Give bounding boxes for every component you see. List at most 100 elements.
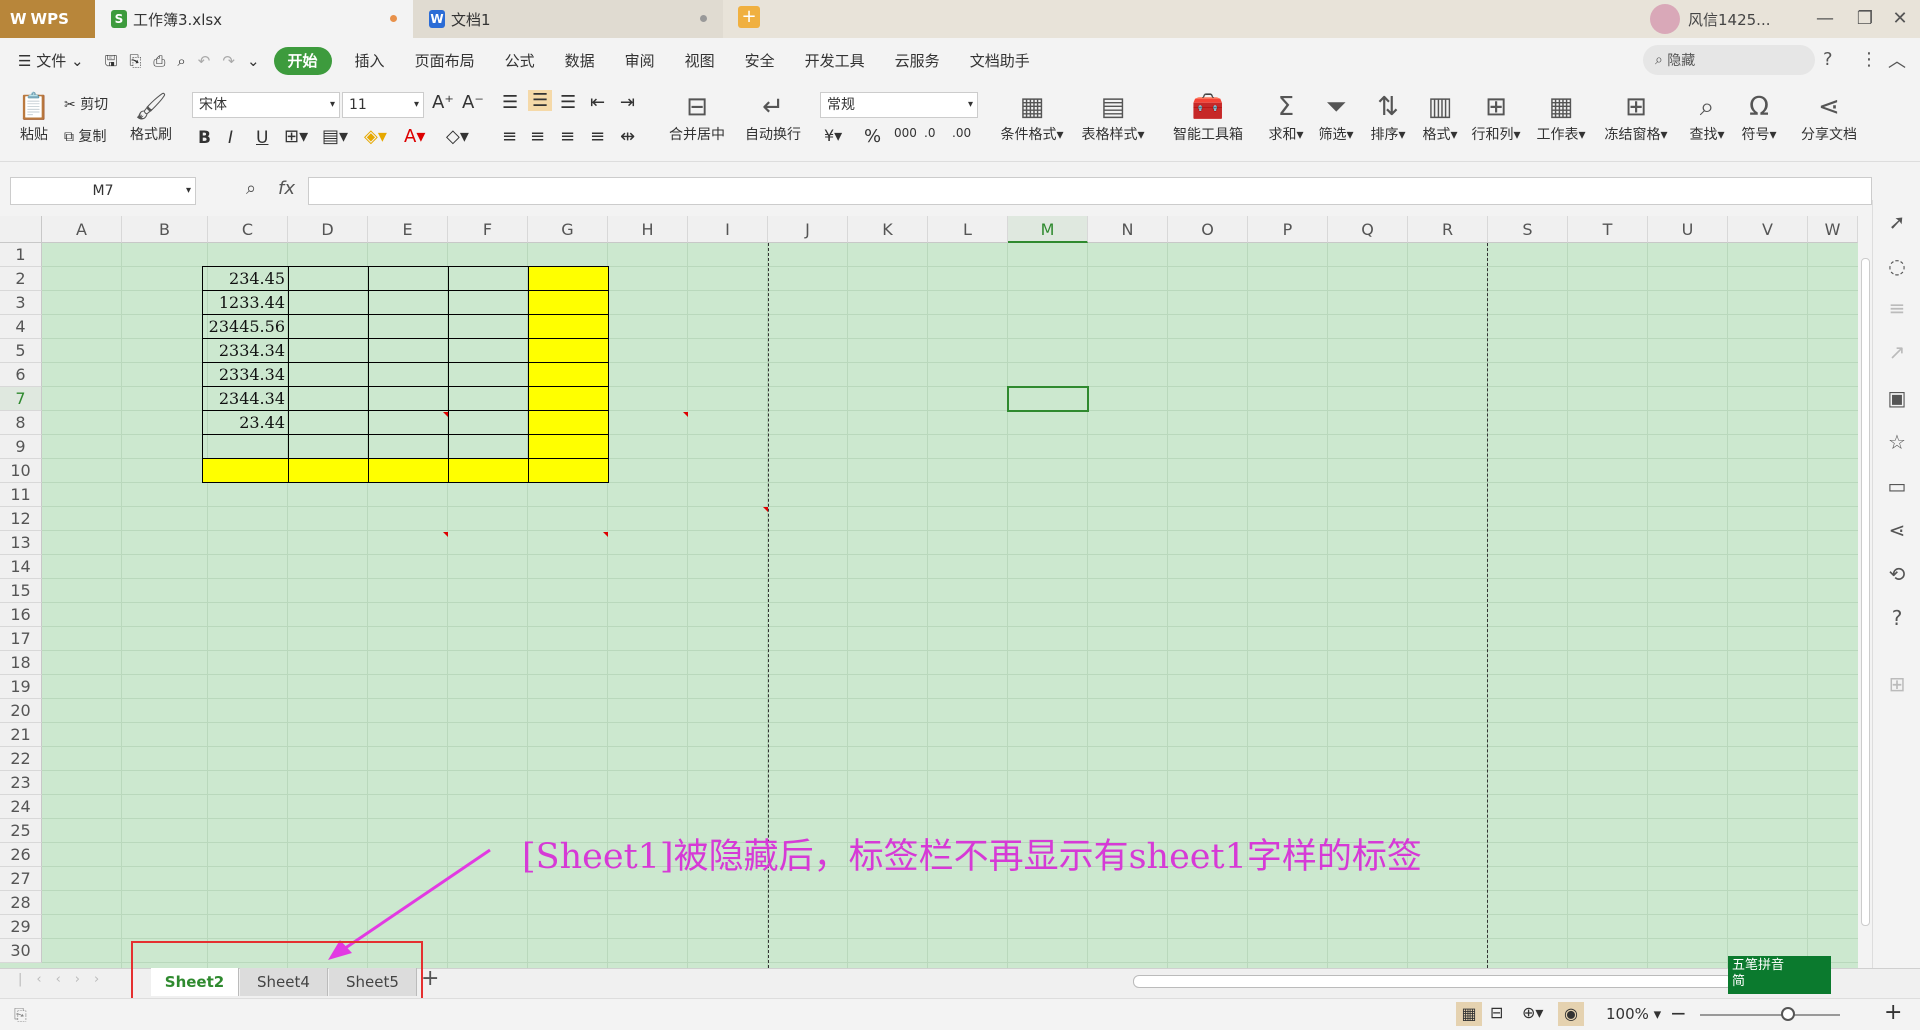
cell-f3[interactable] [528, 290, 609, 315]
cell-b6[interactable]: 2334.34 [202, 362, 289, 387]
cell-f8[interactable] [528, 410, 609, 435]
cell-c3[interactable] [288, 290, 369, 315]
row-header-5[interactable]: 5 [0, 339, 42, 363]
column-header-n[interactable]: N [1088, 216, 1168, 243]
column-header-p[interactable]: P [1248, 216, 1328, 243]
print-icon[interactable]: ⎙ [147, 38, 171, 84]
cell-d10[interactable] [368, 458, 449, 483]
row-header-7[interactable]: 7 [0, 387, 42, 411]
page-break-view-icon[interactable]: ⊟ [1490, 1003, 1503, 1022]
cell-d3[interactable] [368, 290, 449, 315]
cell-e6[interactable] [448, 362, 529, 387]
row-header-14[interactable]: 14 [0, 555, 42, 579]
horizontal-scroll-thumb[interactable] [1133, 975, 1733, 988]
menu-start[interactable]: 开始 [273, 47, 332, 75]
cut-button[interactable]: ✂ 剪切 [64, 94, 124, 114]
currency-icon[interactable]: ¥▾ [824, 126, 842, 145]
add-sheet-icon[interactable]: + [421, 966, 439, 991]
column-header-d[interactable]: D [288, 216, 368, 243]
row-header-29[interactable]: 29 [0, 915, 42, 939]
macro-icon[interactable]: ⎘ [14, 1005, 27, 1025]
number-format-select[interactable]: 常规 ▾ [820, 92, 978, 118]
row-header-12[interactable]: 12 [0, 507, 42, 531]
cell-b2[interactable]: 234.45 [202, 266, 289, 291]
minimize-icon[interactable]: — [1805, 0, 1845, 38]
share-button[interactable]: ⋖ 分享文档 [1796, 90, 1862, 144]
search-box[interactable]: ⌕ 隐藏 [1643, 45, 1815, 75]
cell-f2[interactable] [528, 266, 609, 291]
column-header-w[interactable]: W [1808, 216, 1858, 243]
fill-color-icon[interactable]: ◈▾ [364, 126, 387, 147]
row-header-15[interactable]: 15 [0, 579, 42, 603]
cell-f9[interactable] [528, 434, 609, 459]
menu-page-layout[interactable]: 页面布局 [400, 38, 490, 84]
align-center-icon[interactable]: ≡ [530, 126, 545, 147]
collapse-ribbon-icon[interactable]: ︿ [1888, 47, 1906, 73]
menu-cloud[interactable]: 云服务 [880, 38, 955, 84]
normal-view-icon[interactable]: ▦ [1456, 1002, 1482, 1026]
zoom-out-icon[interactable]: − [1670, 1001, 1687, 1025]
cell-c2[interactable] [288, 266, 369, 291]
symbol-button[interactable]: Ω 符号▾ [1736, 90, 1782, 144]
cell-e5[interactable] [448, 338, 529, 363]
row-header-3[interactable]: 3 [0, 291, 42, 315]
row-header-21[interactable]: 21 [0, 723, 42, 747]
column-header-v[interactable]: V [1728, 216, 1808, 243]
rows-cols-button[interactable]: ⊞ 行和列▾ [1468, 90, 1524, 144]
column-header-c[interactable]: C [208, 216, 288, 243]
cell-b5[interactable]: 2334.34 [202, 338, 289, 363]
row-header-1[interactable]: 1 [0, 243, 42, 267]
fx-icon[interactable]: fx [278, 178, 295, 199]
italic-icon[interactable]: I [228, 128, 233, 148]
row-header-6[interactable]: 6 [0, 363, 42, 387]
customize-icon[interactable]: ⌄ [241, 38, 266, 84]
column-header-r[interactable]: R [1408, 216, 1488, 243]
menu-data[interactable]: 数据 [550, 38, 610, 84]
selected-cell-m7[interactable] [1007, 386, 1089, 412]
cell-style-icon[interactable]: ▤▾ [322, 126, 348, 147]
image-icon[interactable]: ▣ [1885, 386, 1909, 410]
align-right-icon[interactable]: ≡ [560, 126, 575, 147]
menu-formula[interactable]: 公式 [490, 38, 550, 84]
cell-e8[interactable] [448, 410, 529, 435]
shapes-icon[interactable]: ◌ [1885, 254, 1909, 278]
paste-button[interactable]: 📋 粘贴 [12, 90, 56, 144]
wps-home-tab[interactable]: W WPS [0, 0, 95, 38]
column-header-k[interactable]: K [848, 216, 928, 243]
bold-icon[interactable]: B [198, 128, 211, 148]
undo-icon[interactable]: ↶ [192, 38, 217, 84]
copy-button[interactable]: ⧉ 复制 [64, 126, 124, 146]
column-header-m[interactable]: M [1008, 216, 1088, 243]
row-header-17[interactable]: 17 [0, 627, 42, 651]
format-button[interactable]: ▥ 格式▾ [1418, 90, 1462, 144]
column-header-e[interactable]: E [368, 216, 448, 243]
wrap-text-button[interactable]: ↵ 自动换行 [740, 90, 806, 144]
close-icon[interactable]: ✕ [1880, 0, 1920, 38]
cell-b3[interactable]: 1233.44 [202, 290, 289, 315]
name-box[interactable]: M7 ▾ [10, 177, 196, 205]
border-icon[interactable]: ⊞▾ [284, 126, 308, 147]
vertical-scroll-thumb[interactable] [1861, 258, 1870, 926]
row-header-20[interactable]: 20 [0, 699, 42, 723]
cell-b8[interactable]: 23.44 [202, 410, 289, 435]
find-button[interactable]: ⌕ 查找▾ [1684, 90, 1730, 144]
column-header-s[interactable]: S [1488, 216, 1568, 243]
row-header-19[interactable]: 19 [0, 675, 42, 699]
justify-icon[interactable]: ≡ [590, 126, 605, 147]
column-header-t[interactable]: T [1568, 216, 1648, 243]
indent-increase-icon[interactable]: ⇥ [620, 92, 635, 113]
worksheet-button[interactable]: ▦ 工作表▾ [1532, 90, 1590, 144]
restore-icon[interactable]: ❐ [1845, 0, 1885, 38]
underline-icon[interactable]: U [256, 128, 268, 148]
row-header-23[interactable]: 23 [0, 771, 42, 795]
cell-e7[interactable] [448, 386, 529, 411]
cell-c6[interactable] [288, 362, 369, 387]
column-header-a[interactable]: A [42, 216, 122, 243]
zoom-level[interactable]: 100% ▾ [1606, 1005, 1661, 1023]
cell-d5[interactable] [368, 338, 449, 363]
cell-e10[interactable] [448, 458, 529, 483]
cell-d8[interactable] [368, 410, 449, 435]
cell-f7[interactable] [528, 386, 609, 411]
cell-e3[interactable] [448, 290, 529, 315]
sort-button[interactable]: ⇅ 排序▾ [1366, 90, 1410, 144]
